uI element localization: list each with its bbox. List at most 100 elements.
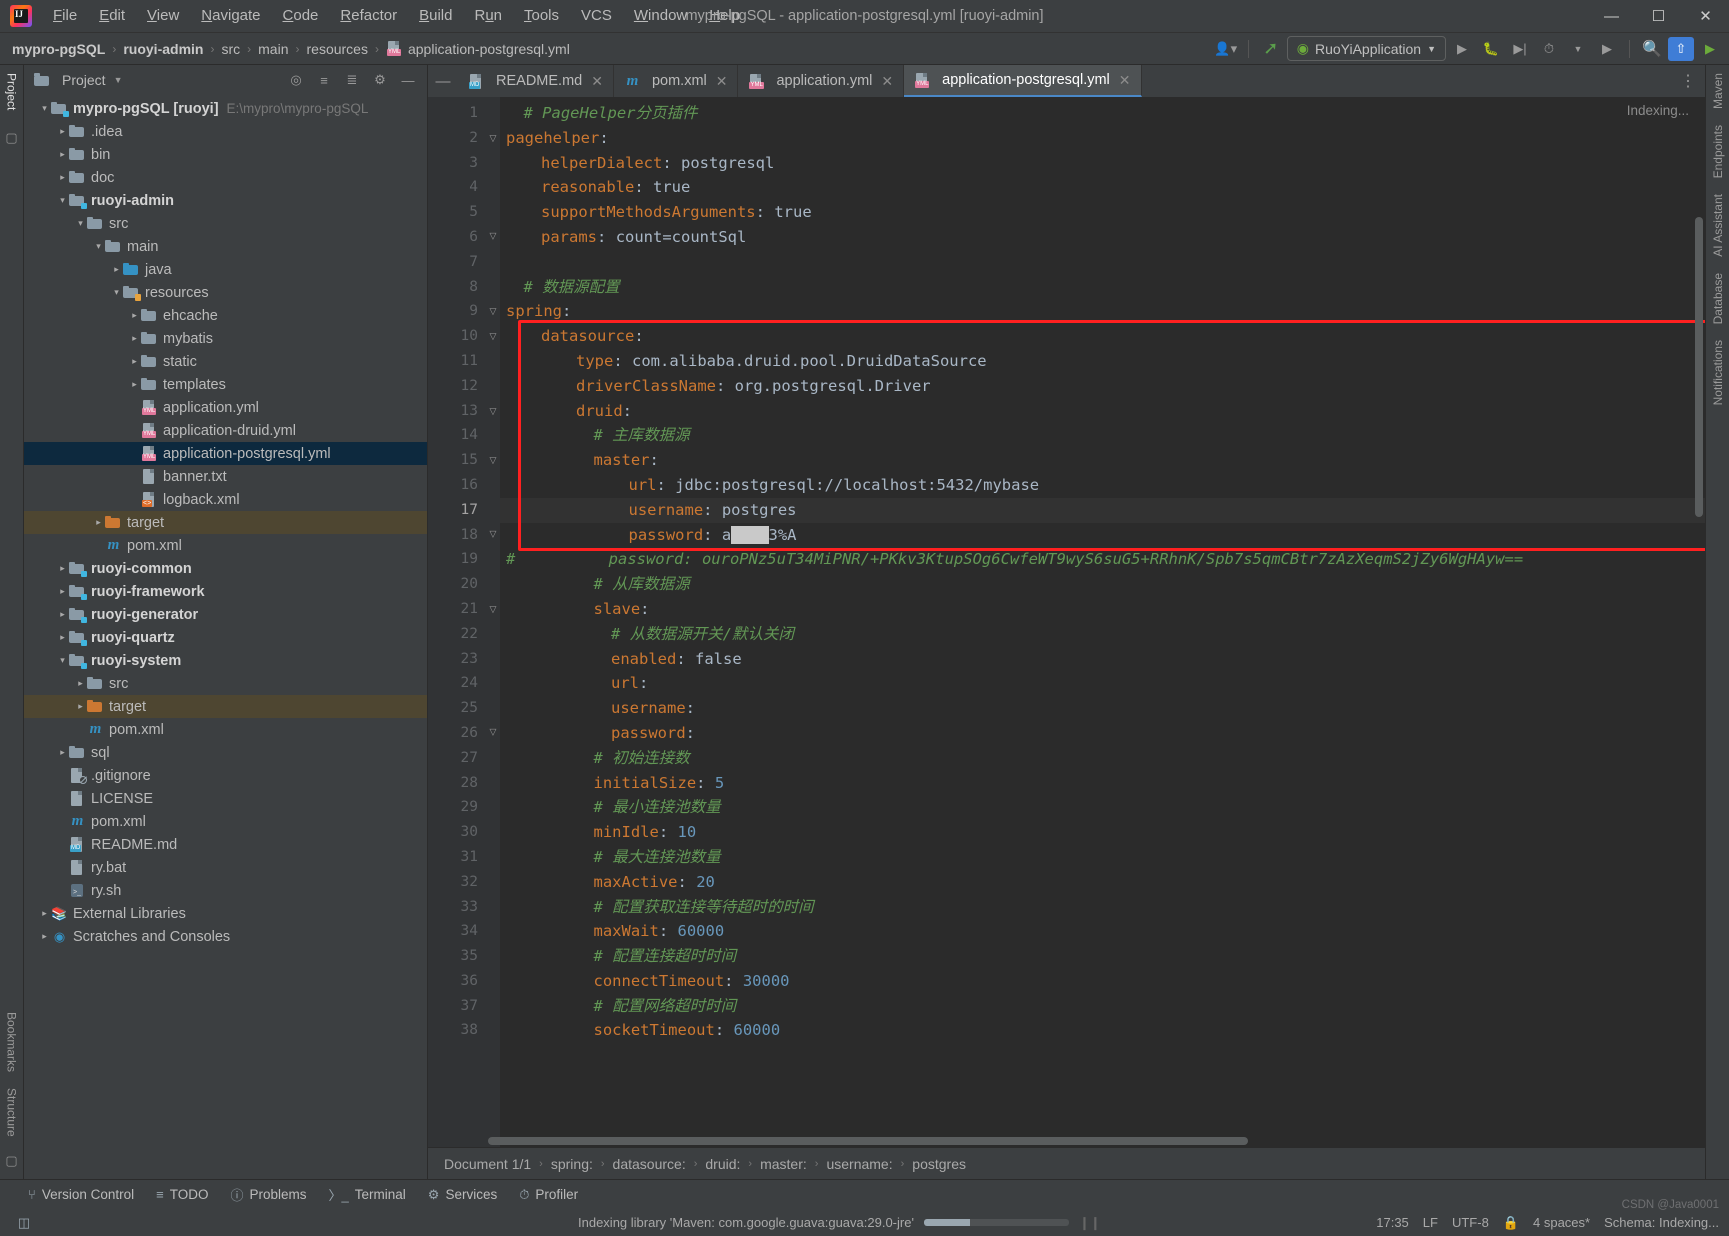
tree-node-target[interactable]: ▸ target: [24, 695, 427, 718]
tree-node-mybatis[interactable]: ▸ mybatis: [24, 327, 427, 350]
editor-breadcrumb-item[interactable]: postgres: [912, 1156, 966, 1172]
memory-icon[interactable]: ◫: [10, 1215, 38, 1231]
bottom-tab-services[interactable]: ⚙ Services: [428, 1187, 497, 1203]
menu-file[interactable]: File: [42, 2, 88, 30]
menu-build[interactable]: Build: [408, 2, 463, 30]
tree-expand-arrow[interactable]: ▾: [92, 241, 105, 252]
bottom-tab-terminal[interactable]: 〉_ Terminal: [329, 1185, 406, 1204]
editor-breadcrumb-item[interactable]: master:: [760, 1156, 807, 1172]
horizontal-scrollbar[interactable]: [488, 1137, 1248, 1145]
ide-icon[interactable]: ▶: [1697, 37, 1723, 61]
tree-expand-arrow[interactable]: ▸: [38, 931, 51, 942]
tree-expand-arrow[interactable]: ▸: [38, 908, 51, 919]
editor-breadcrumb-item[interactable]: druid:: [705, 1156, 740, 1172]
expand-all-icon[interactable]: ≡: [311, 68, 337, 92]
close-icon[interactable]: ✕: [1119, 72, 1131, 89]
code-line[interactable]: master:: [500, 448, 1705, 473]
editor-options-icon[interactable]: ⋮: [1671, 65, 1705, 97]
line-separator-label[interactable]: LF: [1423, 1215, 1438, 1230]
code-folding-strip[interactable]: ▽ △ ▽ ▽ ▽ ▽ △ ▽ △: [486, 97, 500, 1147]
menu-vcs[interactable]: VCS: [570, 2, 623, 30]
close-icon[interactable]: ✕: [716, 73, 728, 90]
code-line[interactable]: username: postgres: [500, 497, 1705, 523]
bottom-tab-version-control[interactable]: ⑂ Version Control: [28, 1187, 134, 1202]
tree-expand-arrow[interactable]: ▸: [74, 701, 87, 712]
breadcrumb-module[interactable]: ruoyi-admin: [123, 41, 203, 57]
editor-breadcrumb-item[interactable]: Document 1/1: [444, 1156, 531, 1172]
code-line[interactable]: supportMethodsArguments: true: [500, 200, 1705, 225]
fold-collapse-icon[interactable]: ▽: [488, 133, 498, 143]
tree-expand-arrow[interactable]: ▸: [110, 264, 123, 275]
breadcrumb-main[interactable]: main: [258, 41, 288, 57]
fold-collapse-icon[interactable]: ▽: [488, 604, 498, 614]
bottom-tab-problems[interactable]: ⓘ Problems: [230, 1185, 306, 1204]
menu-view[interactable]: View: [136, 2, 190, 30]
sidebar-tab-structure[interactable]: Structure: [1, 1080, 23, 1145]
sidebar-tab-maven[interactable]: Maven: [1707, 65, 1729, 117]
code-line[interactable]: maxWait: 60000: [500, 919, 1705, 944]
code-line[interactable]: maxActive: 20: [500, 870, 1705, 895]
tree-expand-arrow[interactable]: ▸: [74, 678, 87, 689]
settings-icon[interactable]: ⚙: [367, 68, 393, 92]
code-line[interactable]: params: count=countSql: [500, 225, 1705, 250]
fold-end-icon[interactable]: △: [488, 530, 498, 540]
fold-collapse-icon[interactable]: ▽: [488, 331, 498, 341]
tree-node-src[interactable]: ▾ src: [24, 212, 427, 235]
fold-collapse-icon[interactable]: ▽: [488, 455, 498, 465]
tree-expand-arrow[interactable]: ▾: [74, 218, 87, 229]
run-configuration-selector[interactable]: ◉ RuoYiApplication ▼: [1286, 36, 1446, 61]
code-line[interactable]: username:: [500, 696, 1705, 721]
tree-expand-arrow[interactable]: ▸: [128, 379, 141, 390]
code-line[interactable]: minIdle: 10: [500, 820, 1705, 845]
tree-expand-arrow[interactable]: ▸: [56, 586, 69, 597]
search-icon[interactable]: 🔍: [1639, 37, 1665, 61]
menu-tools[interactable]: Tools: [513, 2, 570, 30]
more-tools-icon[interactable]: ▢: [2, 1151, 22, 1171]
breadcrumb-project[interactable]: mypro-pgSQL: [12, 41, 105, 57]
code-line[interactable]: slave:: [500, 597, 1705, 622]
code-line[interactable]: url: jdbc:postgresql://localhost:5432/my…: [500, 473, 1705, 498]
code-line[interactable]: # 配置获取连接等待超时的时间: [500, 895, 1705, 920]
code-line[interactable]: # 从数据源开关/默认关闭: [500, 622, 1705, 647]
fold-collapse-icon[interactable]: ▽: [488, 306, 498, 316]
tree-node-logback-xml[interactable]: <> logback.xml: [24, 488, 427, 511]
update-project-icon[interactable]: ➚: [1258, 37, 1284, 61]
hide-panel-icon[interactable]: —: [395, 68, 421, 92]
code-line[interactable]: socketTimeout: 60000: [500, 1018, 1705, 1043]
code-line[interactable]: # 数据源配置: [500, 275, 1705, 300]
tree-node-templates[interactable]: ▸ templates: [24, 373, 427, 396]
code-viewport[interactable]: 1 2 3 4 5 6 7 8 9 10 11 12 13 14 15 16 17 18 19 20 21 22 23 24 2…: [428, 97, 1705, 1147]
lock-icon[interactable]: 🔒: [1503, 1215, 1519, 1231]
sidebar-tab-project[interactable]: Project: [1, 65, 23, 118]
chevron-down-icon[interactable]: ▼: [114, 75, 123, 85]
menu-refactor[interactable]: Refactor: [329, 2, 408, 30]
run-icon[interactable]: ▶: [1449, 37, 1475, 61]
tree-node-static[interactable]: ▸ static: [24, 350, 427, 373]
editor-breadcrumb-item[interactable]: spring:: [551, 1156, 593, 1172]
code-line[interactable]: # 从库数据源: [500, 572, 1705, 597]
tab-readme[interactable]: MD README.md ✕: [458, 65, 614, 97]
tree-expand-arrow[interactable]: ▸: [128, 356, 141, 367]
tree-expand-arrow[interactable]: ▾: [38, 103, 51, 114]
tree-node-ehcache[interactable]: ▸ ehcache: [24, 304, 427, 327]
breadcrumb-src[interactable]: src: [221, 41, 240, 57]
menu-code[interactable]: Code: [272, 2, 330, 30]
code-line[interactable]: connectTimeout: 30000: [500, 969, 1705, 994]
tree-node-gitignore[interactable]: .gitignore: [24, 764, 427, 787]
sidebar-tab-database[interactable]: Database: [1707, 265, 1729, 332]
code-line[interactable]: # 配置连接超时时间: [500, 944, 1705, 969]
menu-run[interactable]: Run: [463, 2, 513, 30]
tree-node-application-postgresql-yml[interactable]: YML application-postgresql.yml: [24, 442, 427, 465]
code-line[interactable]: # password: ouroPNz5uT34MiPNR/+PKkv3Ktup…: [500, 547, 1705, 572]
tree-node-application-yml[interactable]: YML application.yml: [24, 396, 427, 419]
fold-end-icon[interactable]: △: [488, 728, 498, 738]
more-run-icon[interactable]: ▼: [1565, 37, 1591, 61]
tree-node-target[interactable]: ▸ target: [24, 511, 427, 534]
encoding-label[interactable]: UTF-8: [1452, 1215, 1489, 1230]
close-button[interactable]: ✕: [1682, 0, 1729, 33]
tree-expand-arrow[interactable]: ▾: [110, 287, 123, 298]
tree-node-ry-bat[interactable]: ry.bat: [24, 856, 427, 879]
tree-node-idea[interactable]: ▸ .idea: [24, 120, 427, 143]
tree-expand-arrow[interactable]: ▸: [56, 563, 69, 574]
tree-node-ruoyi-framework[interactable]: ▸ ruoyi-framework: [24, 580, 427, 603]
